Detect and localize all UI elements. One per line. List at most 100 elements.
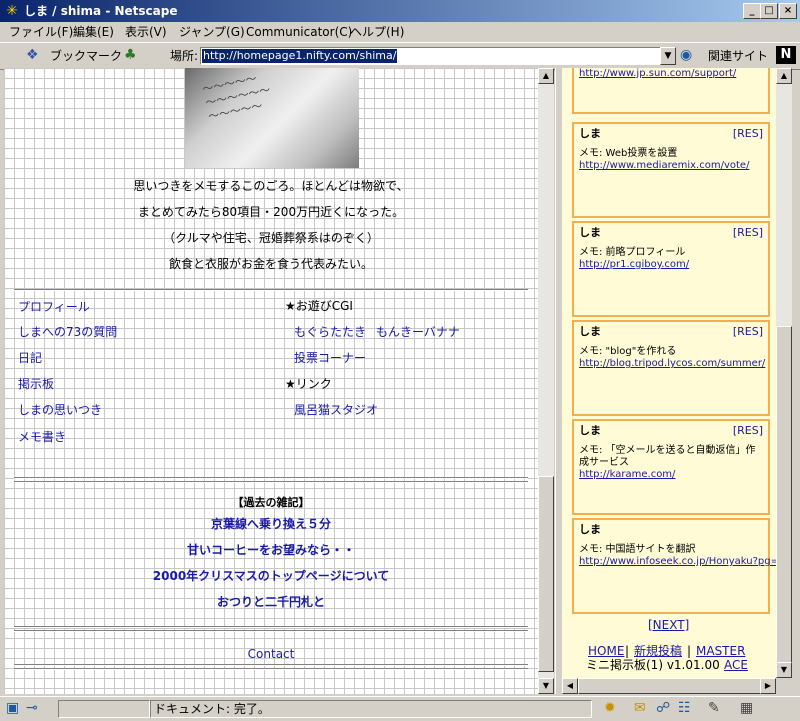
navigator-icon[interactable]: ✹ — [604, 700, 616, 716]
scroll-thumb[interactable] — [538, 476, 554, 672]
menu-edit[interactable]: 編集(E) — [73, 24, 114, 40]
url-input[interactable]: http://homepage1.nifty.com/shima/ — [200, 47, 662, 65]
post-url[interactable]: http://www.mediaremix.com/vote/ — [579, 160, 749, 172]
bookmark-icon[interactable]: ❖ — [26, 48, 48, 62]
next-page-link[interactable]: [NEXT] — [648, 618, 689, 633]
nav-link-memo[interactable]: メモ書き — [18, 429, 66, 445]
window-title: しま / shima - Netscape — [24, 4, 178, 18]
post-url-fragment[interactable]: http://www.jp.sun.com/support/ — [579, 68, 736, 80]
scroll-up-arrow-icon[interactable]: ▲ — [538, 68, 554, 84]
menu-communicator[interactable]: Communicator(C) — [246, 24, 352, 40]
intro-line: まとめてみたら80項目・200万円近くになった。 — [137, 205, 405, 219]
status-text: ドキュメント: 完了。 — [154, 702, 270, 716]
link-furoneko-studio[interactable]: 風呂猫スタジオ — [294, 402, 378, 418]
post-res-link[interactable]: [RES] — [733, 226, 763, 240]
intro-line: 飲食と衣服がお金を食う代表みたい。 — [168, 257, 373, 271]
nav-link-diary[interactable]: 日記 — [18, 350, 42, 366]
scroll-thumb[interactable] — [578, 678, 762, 694]
menu-jump[interactable]: ジャンプ(G) — [179, 24, 245, 40]
component-bar-icon[interactable]: ▦ — [740, 700, 753, 716]
past-notes-heading: 【過去の雑記】 — [232, 496, 310, 509]
intro-line: （クルマや住宅、冠婚葬祭系はのぞく） — [163, 231, 379, 245]
scroll-thumb[interactable] — [776, 326, 792, 678]
mini-bbs-frame: http://www.jp.sun.com/support/ しま [RES] … — [562, 68, 776, 678]
url-value[interactable]: http://homepage1.nifty.com/shima/ — [202, 49, 398, 63]
ace-link[interactable]: ACE — [724, 658, 748, 673]
post-url[interactable]: http://blog.tripod.lycos.com/summer/ — [579, 358, 765, 370]
past-note-link[interactable]: おつりと二千円札と — [4, 594, 538, 610]
scroll-down-arrow-icon[interactable]: ▼ — [538, 678, 554, 694]
location-toolbar: ❖ ブックマーク ♣ 場所: http://homepage1.nifty.co… — [0, 42, 800, 70]
post-author: しま — [579, 226, 601, 239]
maximize-button[interactable]: □ — [760, 3, 778, 19]
cgi-link-monkey-banana[interactable]: もんきーバナナ — [376, 324, 460, 340]
post-memo: メモ: 「空メールを送ると自動返信」作成サービス — [579, 445, 756, 468]
composer-icon[interactable]: ✎ — [708, 700, 720, 716]
post-memo: メモ: Web投票を設置 — [579, 148, 678, 159]
new-post-link[interactable]: 新規投稿 — [634, 644, 682, 659]
divider — [14, 481, 528, 483]
post-url[interactable]: http://pr1.cgiboy.com/ — [579, 259, 689, 271]
progress-panel — [58, 700, 150, 718]
bbs-frame-scrollbar[interactable]: ▲ ▼ — [776, 68, 792, 678]
mail-icon[interactable]: ✉ — [634, 700, 646, 716]
past-note-link[interactable]: 2000年クリスマスのトップページについて — [4, 568, 538, 584]
link-heading: ★リンク — [285, 377, 332, 391]
menu-bar: ファイル(F) 編集(E) 表示(V) ジャンプ(G) Communicator… — [0, 22, 800, 42]
past-note-link[interactable]: 京葉線へ乗り換え５分 — [4, 516, 538, 532]
nav-link-ideas[interactable]: しまの思いつき — [18, 402, 102, 418]
main-content-frame: 〜〜〜〜〜 〜〜〜〜〜〜 〜〜〜〜〜 思いつきをメモするこのごろ。ほとんどは物欲で、… — [4, 68, 538, 694]
security-lock-icon[interactable]: ▣ — [6, 700, 19, 716]
post-url[interactable]: http://karame.com/ — [579, 469, 675, 481]
title-bar: ✳ しま / shima - Netscape _ □ × — [0, 0, 800, 22]
nav-link-bbs[interactable]: 掲示板 — [18, 376, 54, 392]
netscape-logo[interactable]: N — [776, 46, 796, 64]
scroll-right-arrow-icon[interactable]: ▶ — [760, 678, 776, 694]
divider — [14, 626, 528, 628]
past-note-link[interactable]: 甘いコーヒーをお望みなら・・ — [4, 542, 538, 558]
post-memo: メモ: 中国語サイトを翻訳 — [579, 544, 696, 555]
connection-plug-icon: ⊸ — [26, 700, 38, 716]
nav-link-73-questions[interactable]: しまへの73の質問 — [18, 324, 117, 340]
url-dropdown-arrow-icon[interactable]: ▼ — [660, 47, 676, 65]
menu-help[interactable]: ヘルプ(H) — [350, 24, 404, 40]
status-bar: ▣ ⊸ ドキュメント: 完了。 ✹ ✉ ☍ ☷ ✎ ▦ — [0, 696, 800, 721]
minimize-button[interactable]: _ — [743, 3, 761, 19]
post-memo: メモ: "blog"を作れる — [579, 346, 677, 357]
nav-link-profile[interactable]: プロフィール — [18, 299, 90, 315]
bbs-post: しま [RES] メモ: 「空メールを送ると自動返信」作成サービス http:/… — [572, 419, 770, 515]
scroll-left-arrow-icon[interactable]: ◀ — [562, 678, 578, 694]
home-link[interactable]: HOME — [588, 644, 624, 659]
netscape-app-icon: ✳ — [6, 3, 18, 19]
page-proxy-icon[interactable]: ♣ — [124, 47, 137, 63]
scroll-down-arrow-icon[interactable]: ▼ — [776, 662, 792, 678]
post-url[interactable]: http://www.infoseek.co.jp/Honyaku?pg=hon — [579, 556, 776, 568]
main-frame-scrollbar[interactable]: ▲ ▼ — [538, 68, 554, 694]
post-res-link[interactable]: [RES] — [733, 325, 763, 339]
related-sites-icon[interactable]: ◉ — [680, 47, 692, 63]
address-book-icon[interactable]: ☷ — [678, 700, 691, 716]
menu-view[interactable]: 表示(V) — [125, 24, 167, 40]
bbs-frame-hscrollbar[interactable]: ◀ ▶ — [562, 678, 776, 694]
bookmark-button[interactable]: ブックマーク — [50, 48, 122, 64]
menu-file[interactable]: ファイル(F) — [9, 24, 73, 40]
divider — [14, 477, 528, 479]
post-author: しま — [579, 325, 601, 338]
handwritten-memo-photo: 〜〜〜〜〜 〜〜〜〜〜〜 〜〜〜〜〜 — [185, 68, 359, 168]
master-link[interactable]: MASTER — [696, 644, 745, 659]
scroll-up-arrow-icon[interactable]: ▲ — [776, 68, 792, 84]
divider — [14, 664, 528, 666]
related-sites-button[interactable]: 関連サイト — [708, 48, 768, 64]
cgi-link-whack-a-mole[interactable]: もぐらたたき — [294, 324, 366, 340]
close-button[interactable]: × — [779, 3, 797, 19]
photo-handwriting: 〜〜〜〜〜 〜〜〜〜〜〜 〜〜〜〜〜 — [201, 71, 272, 124]
newsgroup-icon[interactable]: ☍ — [656, 700, 670, 716]
cgi-link-vote[interactable]: 投票コーナー — [294, 350, 366, 366]
post-author: しま — [579, 523, 601, 536]
post-res-link[interactable]: [RES] — [733, 127, 763, 141]
contact-link[interactable]: Contact — [4, 646, 538, 662]
divider — [14, 668, 528, 670]
bbs-post: しま メモ: 中国語サイトを翻訳 http://www.infoseek.co.… — [572, 518, 776, 614]
location-label: 場所: — [170, 49, 199, 63]
post-res-link[interactable]: [RES] — [733, 424, 763, 438]
